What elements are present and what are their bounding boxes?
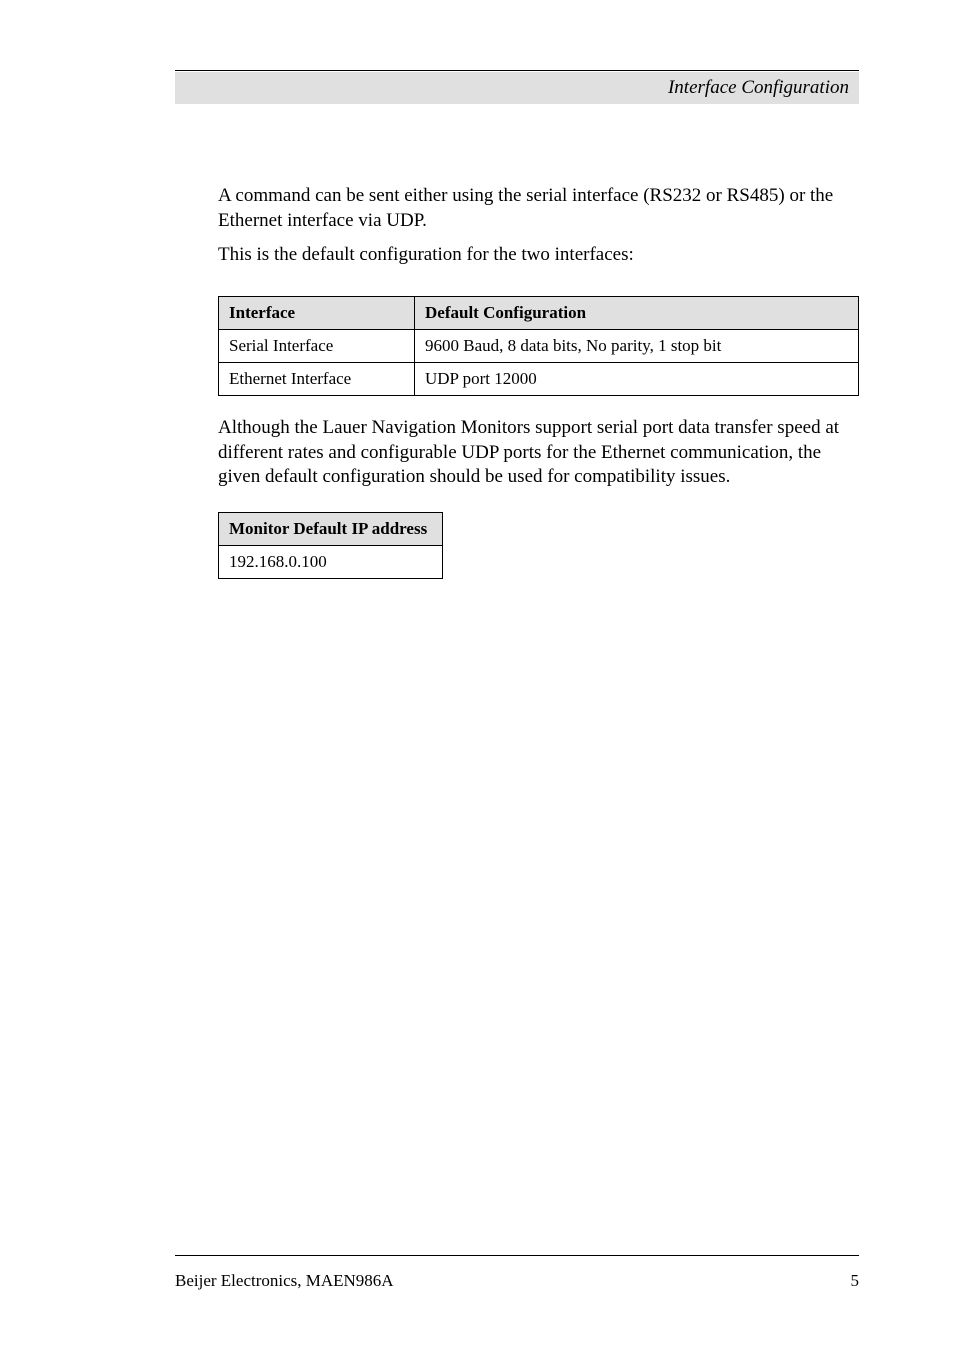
td-interface: Serial Interface [219,330,415,363]
td-default-config: UDP port 12000 [415,363,859,396]
td-interface: Ethernet Interface [219,363,415,396]
running-header: Interface Configuration [175,72,859,104]
footer: Beijer Electronics, MAEN986A 5 [175,1271,859,1291]
footer-page-number: 5 [851,1271,860,1291]
running-header-text: Interface Configuration [668,77,849,99]
table-row: 192.168.0.100 [219,546,443,579]
td-ip-address: 192.168.0.100 [219,546,443,579]
ip-address-table: Monitor Default IP address 192.168.0.100 [218,512,443,579]
table-row: Serial Interface 9600 Baud, 8 data bits,… [219,330,859,363]
bottom-rule [175,1255,859,1256]
footer-left: Beijer Electronics, MAEN986A [175,1271,394,1291]
interface-config-table: Interface Default Configuration Serial I… [218,296,859,396]
paragraph-2: This is the default configuration for th… [218,243,859,268]
table-header-row: Interface Default Configuration [219,297,859,330]
td-default-config: 9600 Baud, 8 data bits, No parity, 1 sto… [415,330,859,363]
top-rule [175,70,859,71]
th-default-config: Default Configuration [415,297,859,330]
table-row: Ethernet Interface UDP port 12000 [219,363,859,396]
content-area: 2 Interface Configuration A command can … [218,184,859,579]
page: Interface Configuration 2 Interface Conf… [0,0,954,1351]
th-ip-address: Monitor Default IP address [219,513,443,546]
table-header-row: Monitor Default IP address [219,513,443,546]
paragraph-3: Although the Lauer Navigation Monitors s… [218,416,859,490]
paragraph-1: A command can be sent either using the s… [218,184,859,233]
th-interface: Interface [219,297,415,330]
